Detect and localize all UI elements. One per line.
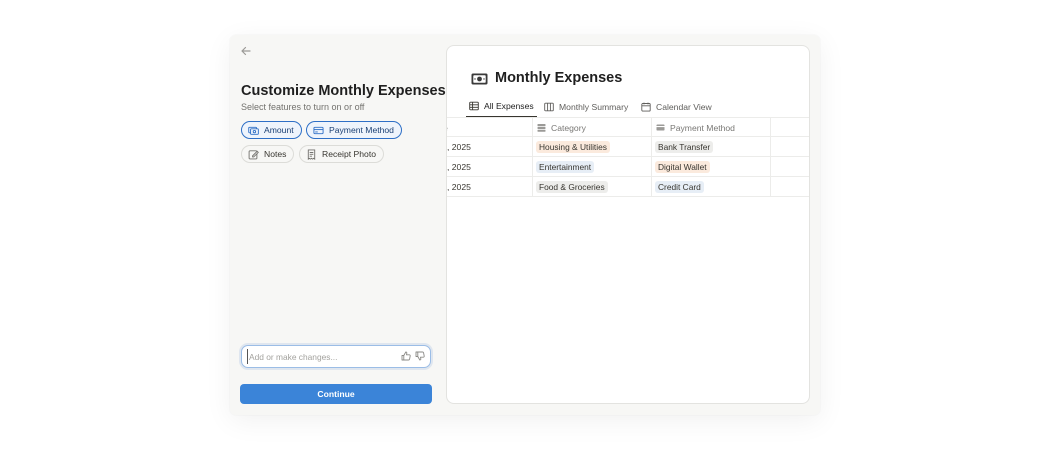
category-tag: Entertainment [536, 160, 595, 173]
feature-chip-amount[interactable]: Amount [241, 121, 302, 139]
category-tag: Housing & Utilities [536, 140, 610, 153]
payment-method-tag: Credit Card [655, 180, 704, 193]
database-preview: Monthly Expenses All Expenses Monthly Su… [446, 45, 810, 404]
edit-icon [248, 149, 259, 160]
dialog-title: Customize Monthly Expenses [241, 83, 446, 99]
column-header-label: e [447, 123, 448, 133]
column-header-label: Payment Method [670, 122, 735, 133]
date-cell[interactable]: , 2025 [447, 137, 527, 156]
category-icon [537, 123, 546, 132]
column-header-payment-method[interactable]: Payment Method [656, 118, 766, 137]
thumbs-up-icon[interactable] [401, 351, 411, 361]
feature-chip-receipt-photo[interactable]: Receipt Photo [299, 145, 384, 163]
tab-label: Monthly Summary [559, 101, 629, 112]
table-icon [469, 101, 479, 111]
tab-monthly-summary[interactable]: Monthly Summary [541, 96, 631, 117]
dialog-subtitle: Select features to turn on or off [241, 102, 365, 112]
money-icon [248, 125, 259, 136]
category-tag: Food & Groceries [536, 180, 608, 193]
table-row[interactable]: , 2025 Food & Groceries Credit Card [447, 177, 809, 197]
feature-chip-payment-method[interactable]: Payment Method [306, 121, 402, 139]
payment-method-tag: Bank Transfer [655, 140, 714, 153]
feature-chip-label: Notes [264, 149, 287, 159]
payment-method-cell[interactable]: Digital Wallet [655, 157, 767, 176]
tab-label: Calendar View [656, 101, 712, 112]
money-bill-icon [471, 72, 488, 86]
chat-box [241, 345, 431, 368]
date-value: , 2025 [447, 161, 471, 172]
feature-chip-notes[interactable]: Notes [241, 145, 295, 163]
board-icon [544, 102, 554, 112]
chat-input[interactable] [247, 349, 387, 364]
customize-dialog: Customize Monthly Expenses Select featur… [230, 35, 820, 415]
table-row[interactable]: , 2025 Housing & Utilities Bank Transfer [447, 137, 809, 157]
column-header-category[interactable]: Category [537, 118, 647, 137]
credit-card-icon [656, 123, 665, 132]
tab-label: All Expenses [484, 101, 534, 111]
column-header-label: Category [551, 122, 586, 133]
tab-all-expenses[interactable]: All Expenses [466, 96, 537, 117]
date-value: , 2025 [447, 181, 471, 192]
back-arrow-icon[interactable] [239, 44, 253, 58]
calendar-icon [641, 102, 651, 112]
date-cell[interactable]: , 2025 [447, 177, 527, 196]
date-value: , 2025 [447, 141, 471, 152]
category-cell[interactable]: Food & Groceries [536, 177, 648, 196]
continue-button[interactable]: Continue [240, 384, 432, 404]
database-title: Monthly Expenses [495, 70, 623, 86]
date-cell[interactable]: , 2025 [447, 157, 527, 176]
payment-method-tag: Digital Wallet [655, 160, 710, 173]
feature-chip-label: Receipt Photo [322, 149, 376, 159]
feature-chip-label: Amount [264, 125, 294, 135]
thumbs-down-icon[interactable] [415, 351, 425, 361]
category-cell[interactable]: Housing & Utilities [536, 137, 648, 156]
credit-card-icon [313, 125, 324, 136]
payment-method-cell[interactable]: Credit Card [655, 177, 767, 196]
tab-calendar-view[interactable]: Calendar View [638, 96, 715, 117]
column-header-date[interactable]: e [447, 118, 523, 137]
receipt-icon [306, 148, 317, 160]
category-cell[interactable]: Entertainment [536, 157, 648, 176]
table-row[interactable]: , 2025 Entertainment Digital Wallet [447, 157, 809, 177]
payment-method-cell[interactable]: Bank Transfer [655, 137, 767, 156]
feature-chip-label: Payment Method [329, 125, 394, 135]
table-header-row: e Category [447, 117, 809, 137]
